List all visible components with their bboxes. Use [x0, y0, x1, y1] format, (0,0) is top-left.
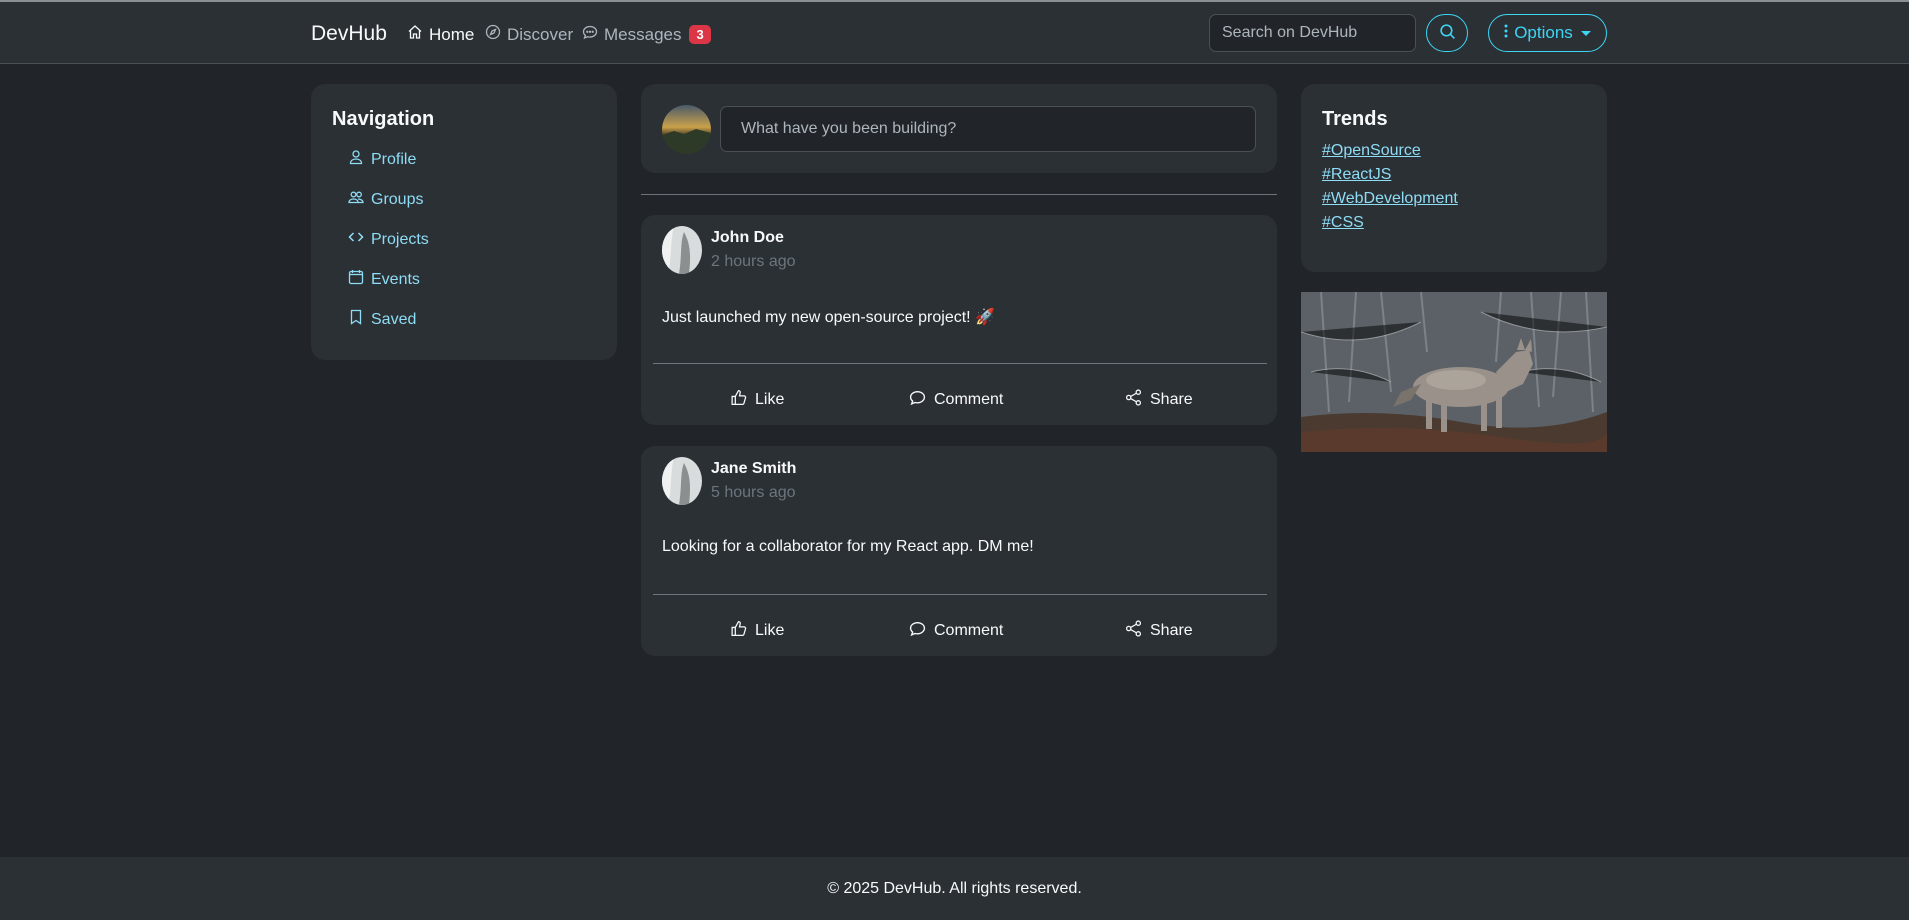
nav-home-link[interactable]: Home — [407, 24, 474, 45]
post-author[interactable]: John Doe — [711, 229, 784, 247]
search-input[interactable] — [1209, 14, 1416, 52]
trend-link[interactable]: #WebDevelopment — [1322, 190, 1458, 208]
footer-copyright: © 2025 DevHub. All rights reserved. — [827, 879, 1082, 897]
composer-input[interactable] — [720, 106, 1256, 152]
sidebar-item-projects[interactable]: Projects — [348, 229, 429, 250]
sidebar-item-profile[interactable]: Profile — [348, 149, 416, 170]
share-button[interactable]: Share — [1125, 620, 1193, 642]
comment-button[interactable]: Comment — [909, 620, 1003, 642]
nav-messages-link[interactable]: Messages 3 — [582, 24, 711, 45]
share-label: Share — [1150, 391, 1193, 408]
sidebar-item-label: Projects — [371, 230, 429, 248]
post-composer-card — [641, 84, 1277, 173]
wolf-photo — [1301, 292, 1607, 452]
nav-messages-label: Messages — [604, 24, 682, 44]
share-label: Share — [1150, 622, 1193, 639]
trend-link[interactable]: #OpenSource — [1322, 142, 1421, 160]
top-navbar: DevHub Home Discover Messages 3 Options — [0, 2, 1909, 64]
sidebar-item-label: Events — [371, 270, 420, 288]
nav-discover-label: Discover — [507, 24, 574, 44]
sidebar-item-label: Saved — [371, 310, 417, 328]
sidebar-item-label: Profile — [371, 150, 417, 168]
comment-label: Comment — [934, 391, 1004, 408]
thumbs-up-icon — [730, 620, 747, 642]
sidebar-item-events[interactable]: Events — [348, 269, 420, 290]
sidebar-item-label: Groups — [371, 190, 424, 208]
chat-icon — [582, 24, 598, 45]
thumbs-up-icon — [730, 389, 747, 411]
feed-divider — [641, 194, 1277, 195]
comment-icon — [909, 620, 926, 642]
nav-home-label: Home — [429, 24, 475, 44]
comment-label: Comment — [934, 622, 1004, 639]
like-button[interactable]: Like — [730, 389, 784, 411]
sidebar-item-saved[interactable]: Saved — [348, 309, 416, 330]
chevron-down-icon — [1580, 30, 1591, 36]
brand-logo[interactable]: DevHub — [311, 22, 387, 46]
share-icon — [1125, 389, 1142, 411]
trends-title: Trends — [1322, 108, 1388, 130]
post-author[interactable]: Jane Smith — [711, 460, 796, 478]
sidebar-item-groups[interactable]: Groups — [348, 189, 423, 210]
sidebar-navigation-card: Navigation Profile Groups Projects Event… — [311, 84, 617, 360]
page-footer: © 2025 DevHub. All rights reserved. — [0, 857, 1909, 920]
trends-card: Trends #OpenSource #ReactJS #WebDevelopm… — [1301, 84, 1607, 272]
post-card: John Doe 2 hours ago Just launched my ne… — [641, 215, 1277, 425]
share-button[interactable]: Share — [1125, 389, 1193, 411]
vertical-dots-icon — [1504, 23, 1508, 43]
nav-discover-link[interactable]: Discover — [485, 24, 573, 45]
user-avatar[interactable] — [662, 105, 711, 154]
person-icon — [348, 149, 364, 170]
messages-count-badge: 3 — [689, 25, 711, 44]
comment-icon — [909, 389, 926, 411]
people-icon — [348, 189, 364, 210]
trend-link[interactable]: #ReactJS — [1322, 166, 1391, 184]
author-avatar[interactable] — [662, 226, 702, 274]
post-timestamp: 2 hours ago — [711, 253, 796, 270]
sidebar-title: Navigation — [332, 108, 435, 130]
like-label: Like — [755, 622, 785, 639]
post-timestamp: 5 hours ago — [711, 484, 796, 501]
home-icon — [407, 24, 423, 45]
post-content: Just launched my new open-source project… — [662, 309, 995, 326]
options-dropdown-button[interactable]: Options — [1488, 14, 1607, 52]
options-label: Options — [1514, 23, 1573, 42]
post-card: Jane Smith 5 hours ago Looking for a col… — [641, 446, 1277, 656]
search-icon — [1439, 23, 1456, 43]
post-divider — [653, 363, 1267, 364]
share-icon — [1125, 620, 1142, 642]
like-label: Like — [755, 391, 785, 408]
calendar-icon — [348, 269, 364, 290]
post-content: Looking for a collaborator for my React … — [662, 538, 1034, 555]
like-button[interactable]: Like — [730, 620, 784, 642]
post-divider — [653, 594, 1267, 595]
code-icon — [348, 229, 364, 250]
author-avatar[interactable] — [662, 457, 702, 505]
search-button[interactable] — [1426, 14, 1468, 52]
compass-icon — [485, 24, 501, 45]
trend-link[interactable]: #CSS — [1322, 214, 1364, 232]
comment-button[interactable]: Comment — [909, 389, 1003, 411]
bookmark-icon — [348, 309, 364, 330]
